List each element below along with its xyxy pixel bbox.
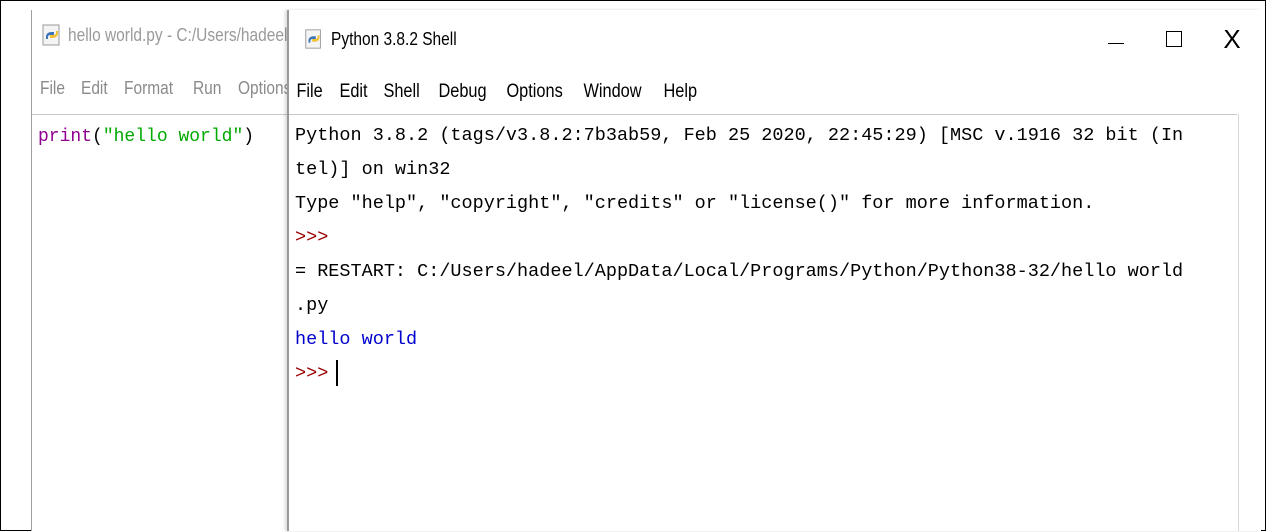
- shell-prompt: >>>: [295, 227, 329, 248]
- shell-program-output: hello world: [295, 329, 418, 350]
- shell-title: Python 3.8.2 Shell: [331, 28, 457, 49]
- code-line: print("hello world"): [32, 115, 290, 149]
- shell-output: Python 3.8.2 (tags/v3.8.2:7b3ab59, Feb 2…: [289, 115, 1237, 391]
- editor-menu-run[interactable]: Run: [193, 78, 221, 99]
- text-cursor: [336, 360, 339, 387]
- shell-menu-help[interactable]: Help: [660, 81, 700, 103]
- editor-menubar: File Edit Format Run Options: [32, 68, 290, 108]
- vertical-scrollbar[interactable]: [1238, 114, 1261, 531]
- shell-menu-shell[interactable]: Shell: [380, 81, 423, 103]
- shell-titlebar[interactable]: Python 3.8.2 Shell X: [289, 10, 1261, 68]
- maximize-icon: [1166, 31, 1182, 47]
- python-shell-icon: [305, 29, 321, 49]
- code-builtin: print: [38, 127, 93, 147]
- shell-input-line[interactable]: >>>: [295, 357, 1237, 391]
- shell-line-info: Type "help", "copyright", "credits" or "…: [295, 193, 1095, 214]
- editor-menu-file[interactable]: File: [40, 78, 65, 99]
- shell-menu-window[interactable]: Window: [580, 81, 645, 103]
- python-file-icon: [42, 24, 60, 46]
- shell-menu-edit[interactable]: Edit: [336, 81, 371, 103]
- editor-window[interactable]: hello world.py - C:/Users/hadeel File Ed…: [31, 10, 290, 531]
- shell-active-prompt: >>>: [295, 363, 329, 384]
- close-button[interactable]: X: [1203, 10, 1261, 68]
- window-controls: X: [1087, 10, 1261, 68]
- minimize-button[interactable]: [1087, 10, 1145, 68]
- editor-menu-format[interactable]: Format: [124, 78, 173, 99]
- minimize-icon: [1108, 42, 1124, 44]
- editor-menu-edit[interactable]: Edit: [81, 78, 108, 99]
- shell-line-banner-2: tel)] on win32: [295, 159, 451, 180]
- shell-line-banner-1: Python 3.8.2 (tags/v3.8.2:7b3ab59, Feb 2…: [295, 125, 1184, 146]
- shell-line-restart-cont: .py: [295, 295, 329, 316]
- close-icon: X: [1223, 24, 1241, 54]
- maximize-button[interactable]: [1145, 10, 1203, 68]
- code-string: "hello world": [102, 127, 244, 147]
- code-paren-close: ): [243, 127, 255, 147]
- shell-menu-options[interactable]: Options: [503, 81, 566, 103]
- editor-titlebar[interactable]: hello world.py - C:/Users/hadeel: [32, 10, 290, 60]
- shell-line-restart: = RESTART: C:/Users/hadeel/AppData/Local…: [295, 261, 1184, 282]
- shell-window[interactable]: Python 3.8.2 Shell X File Edit Shell Deb…: [287, 10, 1261, 531]
- editor-title: hello world.py - C:/Users/hadeel: [68, 24, 288, 45]
- code-paren-open: (: [92, 127, 103, 147]
- shell-text-area[interactable]: Python 3.8.2 (tags/v3.8.2:7b3ab59, Feb 2…: [289, 114, 1237, 532]
- editor-text-area[interactable]: print("hello world"): [32, 114, 290, 532]
- shell-menu-debug[interactable]: Debug: [435, 81, 490, 103]
- shell-menubar: File Edit Shell Debug Options Window Hel…: [289, 74, 1261, 110]
- editor-menu-options[interactable]: Options: [238, 78, 290, 99]
- shell-menu-file[interactable]: File: [293, 81, 326, 103]
